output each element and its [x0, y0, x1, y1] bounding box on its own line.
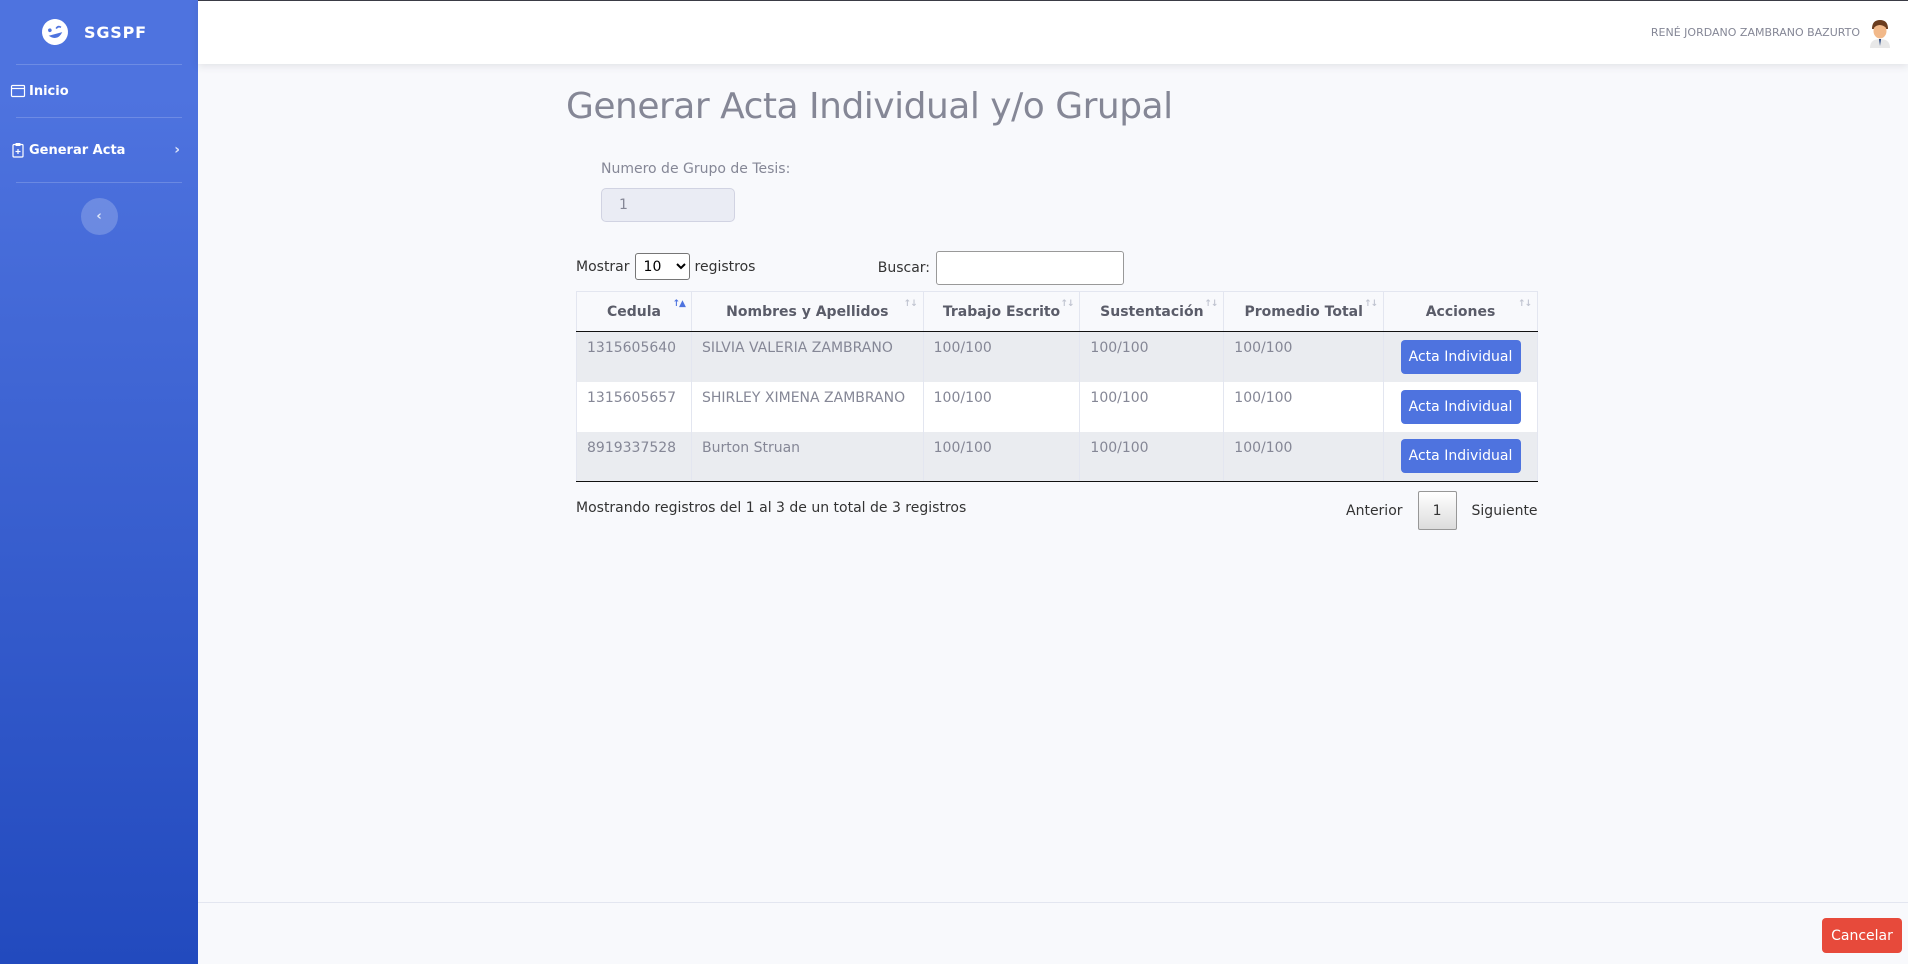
pagination-next[interactable]: Siguiente — [1457, 503, 1553, 519]
group-number-label: Numero de Grupo de Tesis: — [601, 161, 791, 177]
table-header-row: Cedula ↑▲ Nombres y Apellidos ↑↓ Trabajo… — [576, 291, 1538, 332]
column-label: Trabajo Escrito — [942, 303, 1061, 320]
search-input[interactable] — [936, 251, 1124, 285]
sort-icon: ↑↓ — [1060, 299, 1074, 309]
chevron-left-icon: ‹ — [96, 209, 102, 224]
column-label: Cedula — [606, 303, 661, 320]
table-row: 1315605640 SILVIA VALERIA ZAMBRANO 100/1… — [576, 331, 1538, 382]
column-header-trabajo[interactable]: Trabajo Escrito ↑↓ — [922, 291, 1081, 332]
sidebar-brand[interactable]: SGSPF — [0, 0, 198, 64]
length-prefix: Mostrar — [576, 258, 630, 275]
calendar-icon — [10, 83, 26, 99]
sidebar: SGSPF Inicio Generar Acta › ‹ — [0, 0, 198, 964]
footer: Cancelar — [198, 902, 1908, 964]
sidebar-item-inicio[interactable]: Inicio — [0, 65, 198, 117]
cell-promedio: 100/100 — [1223, 331, 1385, 382]
pagination-previous[interactable]: Anterior — [1331, 503, 1418, 519]
sidebar-item-label: Generar Acta — [29, 142, 126, 158]
cell-cedula: 1315605657 — [576, 381, 692, 432]
cell-nombre: Burton Struan — [690, 431, 924, 482]
acta-individual-button[interactable]: Acta Individual — [1400, 389, 1521, 424]
cell-trabajo: 100/100 — [922, 431, 1081, 482]
column-label: Acciones — [1425, 303, 1496, 320]
clipboard-icon — [10, 142, 26, 158]
sidebar-toggle-button[interactable]: ‹ — [80, 198, 118, 235]
group-number-field: 1 — [601, 188, 735, 222]
cell-cedula: 8919337528 — [576, 431, 692, 482]
user-avatar-icon[interactable] — [1868, 18, 1892, 48]
sort-icon: ↑↓ — [1517, 299, 1532, 309]
cell-acciones: Acta Individual — [1383, 331, 1538, 382]
page-title: Generar Acta Individual y/o Grupal — [566, 86, 1173, 127]
laugh-wink-icon — [37, 14, 74, 51]
column-header-acciones[interactable]: Acciones ↑↓ — [1383, 291, 1538, 332]
cell-promedio: 100/100 — [1223, 431, 1385, 482]
sort-asc-icon: ↑▲ — [672, 299, 687, 309]
column-label: Promedio Total — [1244, 303, 1363, 320]
sidebar-item-label: Inicio — [29, 83, 69, 99]
sort-icon: ↑↓ — [1363, 299, 1378, 309]
sort-icon: ↑↓ — [1204, 299, 1218, 309]
column-header-promedio[interactable]: Promedio Total ↑↓ — [1223, 291, 1385, 332]
sidebar-divider — [16, 182, 182, 183]
data-table: Cedula ↑▲ Nombres y Apellidos ↑↓ Trabajo… — [576, 291, 1538, 482]
table-row: 8919337528 Burton Struan 100/100 100/100… — [576, 431, 1538, 482]
cell-sustentacion: 100/100 — [1079, 381, 1225, 432]
column-header-nombres[interactable]: Nombres y Apellidos ↑↓ — [690, 291, 924, 332]
user-name[interactable]: RENÉ JORDANO ZAMBRANO BAZURTO — [1651, 26, 1860, 39]
cell-acciones: Acta Individual — [1383, 381, 1538, 432]
cell-cedula: 1315605640 — [576, 331, 692, 382]
cell-acciones: Acta Individual — [1383, 431, 1538, 482]
main-content: Generar Acta Individual y/o Grupal Numer… — [198, 64, 1908, 902]
length-suffix: registros — [694, 258, 756, 275]
acta-individual-button[interactable]: Acta Individual — [1400, 339, 1521, 374]
cell-sustentacion: 100/100 — [1079, 331, 1225, 382]
cell-trabajo: 100/100 — [922, 331, 1081, 382]
topbar: RENÉ JORDANO ZAMBRANO BAZURTO — [198, 0, 1908, 64]
search-label: Buscar: — [877, 260, 930, 276]
entries-length-select[interactable]: 10 — [634, 253, 690, 280]
sidebar-item-generar-acta[interactable]: Generar Acta › — [0, 118, 198, 182]
cell-sustentacion: 100/100 — [1079, 431, 1225, 482]
cancel-button[interactable]: Cancelar — [1822, 918, 1902, 953]
entries-length-control: Mostrar 10 registros — [576, 253, 755, 280]
cell-trabajo: 100/100 — [922, 381, 1081, 432]
cell-nombre: SHIRLEY XIMENA ZAMBRANO — [690, 381, 924, 432]
column-header-sustentacion[interactable]: Sustentación ↑↓ — [1079, 291, 1225, 332]
sort-icon: ↑↓ — [903, 299, 918, 309]
pagination: Anterior 1 Siguiente — [1331, 491, 1553, 530]
table-row: 1315605657 SHIRLEY XIMENA ZAMBRANO 100/1… — [576, 381, 1538, 432]
column-header-cedula[interactable]: Cedula ↑▲ — [576, 291, 692, 332]
brand-name: SGSPF — [84, 22, 147, 42]
table-search-control: Buscar: — [878, 251, 1124, 285]
column-label: Nombres y Apellidos — [726, 303, 889, 320]
column-label: Sustentación — [1100, 303, 1204, 320]
acta-individual-button[interactable]: Acta Individual — [1400, 439, 1521, 474]
table-info: Mostrando registros del 1 al 3 de un tot… — [576, 500, 967, 516]
chevron-right-icon: › — [174, 142, 180, 158]
cell-nombre: SILVIA VALERIA ZAMBRANO — [690, 331, 924, 382]
cell-promedio: 100/100 — [1223, 381, 1385, 432]
pagination-page-current[interactable]: 1 — [1417, 491, 1457, 530]
